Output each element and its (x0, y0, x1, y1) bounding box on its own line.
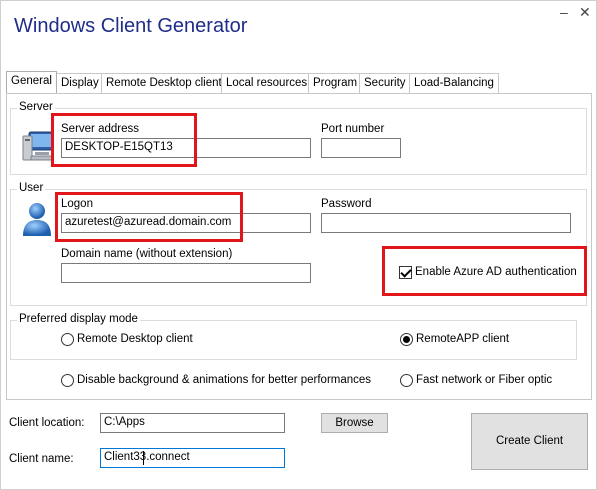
tab-security[interactable]: Security (359, 73, 411, 93)
logon-label: Logon (61, 198, 93, 210)
radio-remote-desktop-client[interactable] (61, 333, 74, 346)
radio-remoteapp-client[interactable] (400, 333, 413, 346)
server-address-label: Server address (61, 123, 139, 135)
tab-display[interactable]: Display (56, 73, 104, 93)
port-number-label: Port number (321, 123, 385, 135)
display-mode-group-label: Preferred display mode (17, 313, 140, 325)
computer-icon (22, 131, 54, 161)
azure-ad-label[interactable]: Enable Azure AD authentication (415, 266, 577, 278)
client-location-input[interactable]: C:\Apps (100, 413, 285, 433)
password-input[interactable] (321, 213, 571, 233)
browse-button[interactable]: Browse (321, 413, 388, 433)
general-panel: Server Server address DESKTOP-E15QT13 Po… (6, 93, 592, 400)
radio-disable-background-label[interactable]: Disable background & animations for bett… (77, 374, 371, 386)
tab-program[interactable]: Program (308, 73, 363, 93)
client-name-input[interactable]: Client33.connect (100, 448, 285, 468)
client-location-label: Client location: (9, 417, 85, 429)
password-label: Password (321, 198, 372, 210)
radio-fast-network[interactable] (400, 374, 413, 387)
close-button[interactable]: ✕ (579, 5, 591, 19)
radio-disable-background[interactable] (61, 374, 74, 387)
tab-remote-desktop-client[interactable]: Remote Desktop client (101, 73, 227, 93)
radio-remoteapp-client-label[interactable]: RemoteAPP client (416, 333, 509, 345)
domain-name-input[interactable] (61, 263, 311, 283)
text-caret (143, 451, 144, 465)
radio-fast-network-label[interactable]: Fast network or Fiber optic (416, 374, 552, 386)
server-address-input[interactable]: DESKTOP-E15QT13 (61, 138, 311, 158)
server-group-label: Server (17, 101, 55, 113)
window-title: Windows Client Generator (14, 15, 248, 37)
user-icon (23, 203, 51, 236)
minimize-button[interactable]: – (560, 5, 568, 19)
azure-ad-checkbox[interactable] (399, 266, 412, 279)
user-group-label: User (17, 182, 46, 194)
domain-name-label: Domain name (without extension) (61, 248, 233, 260)
client-name-label: Client name: (9, 453, 74, 465)
create-client-button[interactable]: Create Client (471, 413, 588, 470)
logon-input[interactable]: azuretest@azuread.domain.com (61, 213, 311, 233)
port-number-input[interactable] (321, 138, 401, 158)
radio-remote-desktop-client-label[interactable]: Remote Desktop client (77, 333, 193, 345)
tab-general[interactable]: General (6, 71, 57, 93)
app-window: Windows Client Generator – ✕ General Dis… (0, 0, 597, 490)
tab-local-resources[interactable]: Local resources (221, 73, 313, 93)
tab-load-balancing[interactable]: Load-Balancing (409, 73, 499, 93)
